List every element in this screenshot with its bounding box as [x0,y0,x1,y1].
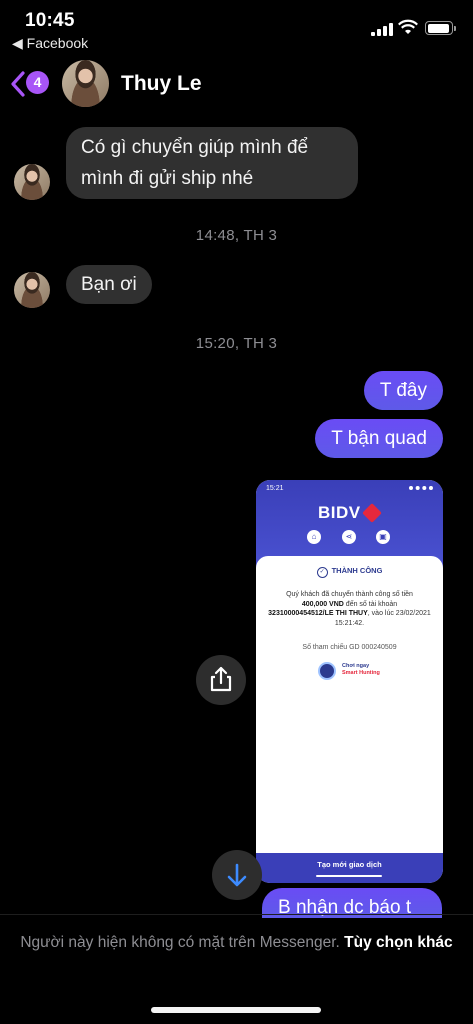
receipt-footer: Tạo mới giao dịch [256,853,443,883]
receipt-amount: 400,000 VND [301,600,344,608]
message-line: mình đi gửi ship nhé [81,168,254,189]
outgoing-message-bubble[interactable]: T đây [363,371,443,410]
contact-name[interactable]: Thuy Le [121,72,202,96]
incoming-message-bubble[interactable]: Có gì chuyển giúp mình để mình đi gửi sh… [66,127,358,199]
sender-avatar [14,272,50,308]
sender-avatar [14,164,50,200]
presence-notice: Người này hiện không có mặt trên Messeng… [20,930,453,955]
receipt-body: THÀNH CÔNG Quý khách đã chuyển thành côn… [256,556,443,856]
incoming-message-bubble[interactable]: Bạn ơi [66,265,152,304]
promo-banner: Chơi ngay Smart Hunting [314,660,380,686]
status-time: 10:45 [25,10,75,31]
message-timestamp: 15:20, TH 3 [195,335,278,352]
contact-avatar[interactable] [62,60,109,107]
receipt-details: Quý khách đã chuyển thành công số tiền 4… [266,590,433,628]
promo-line: Smart Hunting [342,670,380,676]
footer-divider [0,914,473,915]
receipt-status-time: 15:21 [266,485,284,492]
home-indicator[interactable] [151,1007,321,1013]
presence-notice-text: Người này hiện không có mặt trên Messeng… [20,934,340,951]
image-attachment[interactable]: 15:21 BIDV ⌂ ⋖ ▣ THÀNH CÔNG Quý khách đã… [256,480,443,883]
cellular-signal-icon [371,23,393,36]
unread-count-badge[interactable]: 4 [26,71,49,94]
receipt-text: Quý khách đã chuyển thành công số tiền [286,591,413,598]
robot-mascot-icon [318,662,336,680]
receipt-account: 32310000454512/LE THI THUY [268,610,368,617]
home-icon: ⌂ [307,530,321,544]
wifi-icon [398,19,418,34]
new-transaction-label: Tạo mới giao dịch [317,860,382,869]
share-small-icon: ⋖ [342,530,356,544]
message-line: Có gì chuyển giúp mình để [81,137,309,158]
outgoing-message-bubble[interactable]: T bận quad [315,419,443,458]
receipt-home-indicator [316,875,382,877]
back-to-facebook-link[interactable]: ◀ Facebook [12,35,88,52]
gallery-icon: ▣ [376,530,390,544]
share-button[interactable] [196,655,246,705]
share-icon [210,666,232,692]
receipt-reference: Số tham chiếu GD 000240509 [302,644,397,651]
message-timestamp: 14:48, TH 3 [195,227,278,244]
arrow-down-icon [227,863,247,887]
receipt-success-label: THÀNH CÔNG [256,566,443,578]
bidv-logo-mark-icon [362,503,382,523]
bidv-logo: BIDV [318,503,361,522]
scroll-to-bottom-button[interactable] [212,850,262,900]
battery-icon [425,21,456,35]
receipt-text: đến số tài khoản [345,600,398,608]
more-options-link[interactable]: Tùy chọn khác [344,934,453,951]
back-chevron-icon[interactable] [8,70,28,98]
promo-line: Chơi ngay [342,663,370,669]
receipt-status-icons [409,486,433,491]
